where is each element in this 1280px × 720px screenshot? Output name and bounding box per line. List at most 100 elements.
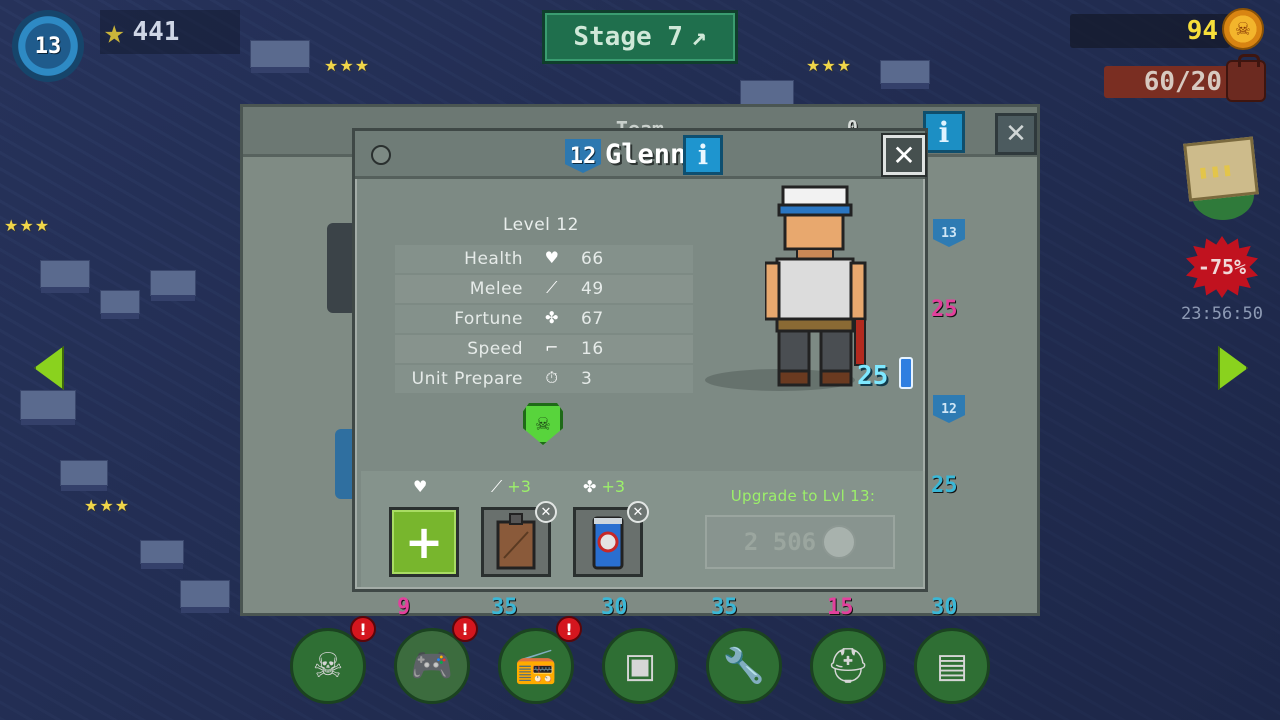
clover-icon: ✤ (545, 308, 559, 327)
plus-icon: + (404, 515, 444, 569)
team-level-tag: 13 (933, 219, 965, 247)
map-building (60, 460, 108, 491)
stat-label: Fortune (454, 309, 523, 329)
clipboard-icon (1183, 136, 1259, 202)
close-icon: ✕ (632, 504, 644, 520)
arrow-up-right-icon: ↗ (690, 22, 707, 52)
map-building (180, 580, 230, 613)
hero-energy-value: 25 (857, 361, 889, 391)
slot3-label: ✤ +3 (583, 477, 625, 499)
team-value: 25 (931, 473, 958, 498)
chest-icon: ▤ (935, 646, 969, 686)
slot1-label: ♥ (413, 477, 427, 499)
boot-icon: ⌐ (545, 338, 559, 357)
chest-button[interactable]: ▤ (914, 628, 990, 704)
close-button[interactable]: ✕ (883, 135, 925, 175)
stat-row-melee: Melee ⟋ 49 (395, 275, 693, 303)
map-building (20, 390, 76, 425)
stat-label: Health (464, 249, 523, 269)
sword-icon: ⟋ (491, 477, 503, 496)
star-counter: ★ 441 (100, 10, 240, 54)
map-building (250, 40, 310, 73)
alert-icon: ! (350, 616, 376, 642)
upgrade-cost: 2 506 (743, 528, 817, 556)
heart-icon: ♥ (413, 477, 428, 496)
zombie-sign-icon: ▣ (623, 646, 657, 686)
skull-coin-icon[interactable]: ☠ (1222, 8, 1264, 50)
star-count-value: 441 (132, 17, 180, 47)
team-info-button[interactable]: i (923, 111, 965, 153)
radio-icon: 📻 (514, 646, 558, 686)
hero-name: Glenn (605, 139, 687, 170)
team-value: 15 (827, 595, 854, 620)
skull-icon: ☠ (312, 646, 344, 686)
stat-row-unit-prepare: Unit Prepare ⏱ 3 (395, 365, 693, 393)
player-level-badge[interactable]: 13 (12, 10, 84, 82)
map-building (740, 80, 794, 111)
upgrade-button[interactable]: 2 506 (705, 515, 895, 569)
team-value: 25 (931, 297, 958, 322)
heart-icon: ♥ (544, 248, 560, 267)
upgrade-label: Upgrade to Lvl 13: (730, 487, 876, 505)
team-value: 35 (711, 595, 738, 620)
remove-equipment-button[interactable]: ✕ (535, 501, 557, 523)
stat-row-health: Health ♥ 66 (395, 245, 693, 273)
wrench-icon: 🔧 (722, 646, 766, 686)
stat-label: Melee (469, 279, 523, 299)
stopwatch-icon: ⏱ (545, 368, 559, 387)
team-level-tag: 12 (933, 395, 965, 423)
hero-info-button[interactable]: i (683, 135, 723, 175)
zombie-board-button[interactable]: ▣ (602, 628, 678, 704)
stat-value: 66 (581, 249, 604, 269)
hero-modal-header: 12 Glenn i ✕ (355, 131, 925, 179)
energy-drink-icon (899, 357, 913, 389)
sale-timer: 23:56:50 (1181, 304, 1263, 324)
map-building (140, 540, 184, 569)
star-icon: ★ (104, 12, 125, 52)
stage-stars: ★★★ (806, 56, 853, 75)
close-icon: ✕ (892, 138, 916, 172)
workshop-button[interactable]: 🔧 (706, 628, 782, 704)
map-building (100, 290, 140, 319)
backpack-icon[interactable] (1226, 54, 1266, 102)
close-icon: ✕ (540, 504, 552, 520)
map-building (880, 60, 930, 89)
map-building (150, 270, 196, 301)
clover-icon: ✤ (583, 477, 597, 496)
team-value: 35 (491, 595, 518, 620)
stat-label: Unit Prepare (411, 369, 523, 389)
stage-stars: ★★★ (4, 216, 51, 235)
stat-label: Speed (467, 339, 523, 359)
gamepad-icon: 🎮 (410, 646, 454, 686)
hero-sprite (765, 185, 867, 387)
hero-level-badge: 12 (565, 139, 601, 173)
stat-row-speed: Speed ⌐ 16 (395, 335, 693, 363)
slot2-label: ⟋ +3 (491, 477, 531, 499)
stage-stars: ★★★ (84, 496, 131, 515)
slot2-bonus: +3 (507, 477, 531, 496)
stat-value: 3 (581, 369, 593, 389)
team-value: 30 (931, 595, 958, 620)
hero-level-text: Level 12 (503, 215, 579, 235)
stage-button-label: Stage 7 (573, 22, 683, 52)
slot3-bonus: +3 (601, 477, 626, 496)
hero-detail-modal: 12 Glenn i ✕ Level 12 Health ♥ 66 Melee … (352, 128, 928, 592)
stat-row-fortune: Fortune ✤ 67 (395, 305, 693, 333)
heroes-button[interactable]: ⛑ (810, 628, 886, 704)
add-equipment-button[interactable]: + (389, 507, 459, 577)
team-close-button[interactable]: ✕ (995, 113, 1037, 155)
remove-equipment-button[interactable]: ✕ (627, 501, 649, 523)
alert-icon: ! (452, 616, 478, 642)
skull-coin-icon (822, 525, 857, 559)
select-radio[interactable] (371, 145, 391, 165)
rank-shield-icon[interactable]: ☠ (523, 403, 563, 445)
map-building (40, 260, 90, 293)
team-value: 30 (601, 595, 628, 620)
stage-button[interactable]: Stage 7 ↗ (542, 10, 738, 64)
stat-value: 49 (581, 279, 604, 299)
sword-icon: ⟋ (546, 278, 558, 297)
team-value: 9 (397, 595, 411, 620)
inventory-counter: 60/20 (1104, 66, 1234, 98)
mission-board-button[interactable] (1183, 136, 1260, 220)
stat-value: 16 (581, 339, 604, 359)
